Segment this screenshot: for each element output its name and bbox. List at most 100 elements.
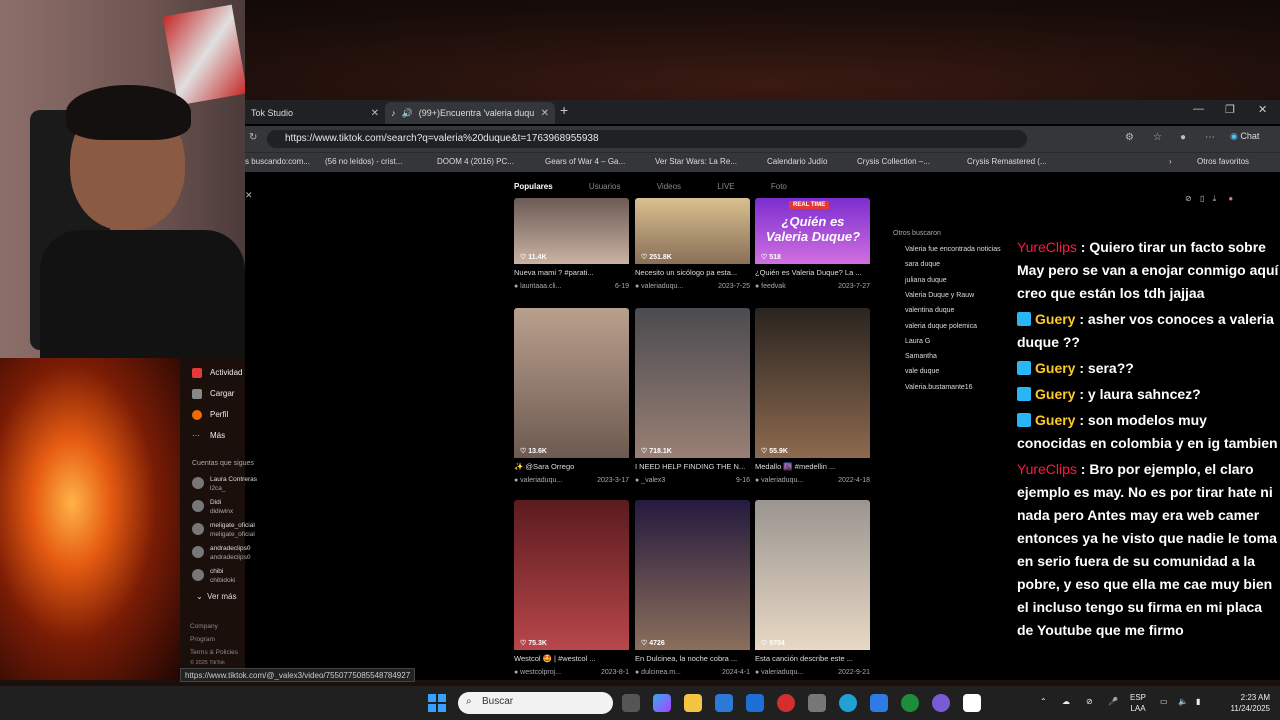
bookmark-item[interactable]: Calendario Judío xyxy=(767,157,827,166)
others-search-item[interactable]: Valeria Duque y Rauw xyxy=(905,292,974,299)
download-icon[interactable]: ⤓ xyxy=(1213,194,1217,203)
video-thumbnail[interactable]: ♡ 13.6K xyxy=(514,308,629,458)
video-card[interactable]: ♡ 718.1K I NEED HELP FINDING THE N... ● _v… xyxy=(635,308,750,484)
following-item[interactable]: chibi chibidoki xyxy=(190,567,235,585)
others-search-item[interactable]: juliana duque xyxy=(905,277,947,284)
more-icon[interactable]: ⋯ xyxy=(1205,132,1215,143)
others-search-item[interactable]: Valeria.bustamante16 xyxy=(905,384,973,391)
settings-icon[interactable]: ⊘ xyxy=(1185,194,1192,203)
video-thumbnail[interactable]: REAL TIME ¿Quién es Valeria Duque? ♡ 518 xyxy=(755,198,870,264)
mic-icon[interactable]: 🎤 xyxy=(1108,696,1118,707)
bookmark-item[interactable]: Ver Star Wars: La Re... xyxy=(655,157,737,166)
chevron-right-icon[interactable]: › xyxy=(1169,157,1172,166)
video-author[interactable]: ● valeriaduqu... xyxy=(755,669,803,676)
footer-terms[interactable]: Terms & Policies xyxy=(190,649,238,656)
video-author[interactable]: ● dulcinea.m... xyxy=(635,669,681,676)
tab-tiktok-search[interactable]: ♪ 🔊 (99+)Encuentra 'valeria duqu ✕ xyxy=(385,102,555,124)
nav-mas[interactable]: ··· Más xyxy=(180,425,260,446)
others-search-item[interactable]: Laura G xyxy=(905,338,930,345)
chat-button[interactable]: ◉ Chat xyxy=(1230,131,1259,142)
video-caption[interactable]: Westcol 🤩 | #westcol ... xyxy=(514,654,629,663)
tab-populares[interactable]: Populares xyxy=(514,182,553,191)
capcut-icon[interactable] xyxy=(963,694,981,712)
clock[interactable]: 2:23 AM 11/24/2025 xyxy=(1222,692,1270,714)
video-author[interactable]: ● lauritaaa.cli... xyxy=(514,283,561,290)
video-author[interactable]: ● valeriaduqu... xyxy=(755,477,803,484)
settings-icon[interactable] xyxy=(808,694,826,712)
video-caption[interactable]: Nueva mami ? #parati... xyxy=(514,268,629,277)
video-caption[interactable]: ✨ @Sara Orrego xyxy=(514,462,629,471)
nav-cargar[interactable]: Cargar xyxy=(180,383,260,404)
video-thumbnail[interactable]: ♡ 55.9K xyxy=(755,308,870,458)
video-caption[interactable]: Necesito un sicólogo pa esta... xyxy=(635,268,750,277)
edge-icon[interactable] xyxy=(839,694,857,712)
opera-icon[interactable] xyxy=(777,694,795,712)
tab-live[interactable]: LIVE xyxy=(717,182,734,191)
phone-icon[interactable]: ▯ xyxy=(1200,194,1204,203)
refresh-icon[interactable]: ↻ xyxy=(249,132,257,143)
video-caption[interactable]: Esta canción describe este ... xyxy=(755,654,870,663)
bookmark-item[interactable]: Crysis Collection –... xyxy=(857,157,930,166)
shield-icon[interactable]: ⊘ xyxy=(1086,696,1093,707)
video-card[interactable]: ♡ 4726 En Dulcinea, la noche cobra ... ● d… xyxy=(635,500,750,676)
video-author[interactable]: ● westcolproj... xyxy=(514,669,561,676)
video-card[interactable]: ♡ 13.6K ✨ @Sara Orrego ● valeriaduqu... 202… xyxy=(514,308,629,484)
maximize-icon[interactable]: ❐ xyxy=(1225,103,1235,116)
video-thumbnail[interactable]: ♡ 11.4K xyxy=(514,198,629,264)
see-more-button[interactable]: ⌄ Ver más xyxy=(196,592,237,601)
video-thumbnail[interactable]: ♡ 251.8K xyxy=(635,198,750,264)
close-icon[interactable]: ✕ xyxy=(371,108,379,119)
video-thumbnail[interactable]: ♡ 75.3K xyxy=(514,500,629,650)
speaker-icon[interactable]: 🔊 xyxy=(402,108,413,119)
others-search-item[interactable]: sara duque xyxy=(905,261,940,268)
battery-icon[interactable]: ▮ xyxy=(1196,696,1200,707)
video-caption[interactable]: ¿Quién es Valeria Duque? La ... xyxy=(755,268,870,277)
video-card[interactable]: REAL TIME ¿Quién es Valeria Duque? ♡ 518 ¿Q… xyxy=(755,198,870,290)
xbox-icon[interactable] xyxy=(901,694,919,712)
bookmark-item[interactable]: Crysis Remastered (... xyxy=(967,157,1047,166)
app-icon[interactable] xyxy=(870,694,888,712)
following-item[interactable]: Laura Contreras l2ca_ xyxy=(190,475,257,493)
video-author[interactable]: ● valeriaduqu... xyxy=(514,477,562,484)
video-card[interactable]: ♡ 11.4K Nueva mami ? #parati... ● lauritaa… xyxy=(514,198,629,290)
url-field[interactable]: https://www.tiktok.com/search?q=valeria%… xyxy=(267,130,1027,148)
task-view-icon[interactable] xyxy=(622,694,640,712)
windows-start-icon[interactable] xyxy=(428,694,446,712)
footer-program[interactable]: Program xyxy=(190,636,215,643)
tab-videos[interactable]: Videos xyxy=(657,182,681,191)
video-author[interactable]: ● _valex3 xyxy=(635,477,665,484)
minimize-icon[interactable]: — xyxy=(1193,103,1204,115)
following-item[interactable]: Didi didiwinx xyxy=(190,498,233,516)
close-window-icon[interactable]: ✕ xyxy=(1258,103,1267,116)
bookmark-item[interactable]: s buscando:com... xyxy=(245,157,310,166)
store-icon[interactable] xyxy=(715,694,733,712)
video-card[interactable]: ♡ 55.9K Medallo 🌆 #medellin ... ● valeriad… xyxy=(755,308,870,484)
footer-company[interactable]: Company xyxy=(190,623,218,630)
video-card[interactable]: ♡ 9704 Esta canción describe este ... ● va… xyxy=(755,500,870,676)
close-icon[interactable]: ✕ xyxy=(245,190,253,201)
video-caption[interactable]: En Dulcinea, la noche cobra ... xyxy=(635,654,750,663)
extensions-icon[interactable]: ⚙ xyxy=(1125,132,1134,143)
network-icon[interactable]: ▭ xyxy=(1160,696,1168,707)
tab-tok-studio[interactable]: Tok Studio ✕ xyxy=(245,102,385,124)
taskbar-search[interactable]: ⌕ Buscar xyxy=(458,692,613,714)
nav-actividad[interactable]: Actividad xyxy=(180,362,260,383)
following-item[interactable]: andradeclips0 andradeclips0 xyxy=(190,544,250,562)
close-icon[interactable]: ✕ xyxy=(541,108,549,119)
file-explorer-icon[interactable] xyxy=(684,694,702,712)
video-thumbnail[interactable]: ♡ 718.1K xyxy=(635,308,750,458)
bookmark-item[interactable]: (56 no leídos) - crist... xyxy=(325,157,402,166)
other-favorites[interactable]: Otros favoritos xyxy=(1197,157,1249,166)
language-indicator[interactable]: ESP LAA xyxy=(1130,692,1146,714)
following-item[interactable]: meligate_oficial meligate_oficial xyxy=(190,521,255,539)
video-thumbnail[interactable]: ♡ 9704 xyxy=(755,500,870,650)
video-author[interactable]: ● valeriaduqu... xyxy=(635,283,683,290)
video-card[interactable]: ♡ 251.8K Necesito un sicólogo pa esta... ●… xyxy=(635,198,750,290)
bookmark-item[interactable]: DOOM 4 (2016) PC... xyxy=(437,157,514,166)
others-search-item[interactable]: valeria duque polemica xyxy=(905,323,977,330)
volume-icon[interactable]: 🔈 xyxy=(1178,696,1188,707)
video-card[interactable]: ♡ 75.3K Westcol 🤩 | #westcol ... ● westcol… xyxy=(514,500,629,676)
nav-perfil[interactable]: Perfil xyxy=(180,404,260,425)
video-thumbnail[interactable]: ♡ 4726 xyxy=(635,500,750,650)
copilot-icon[interactable] xyxy=(653,694,671,712)
